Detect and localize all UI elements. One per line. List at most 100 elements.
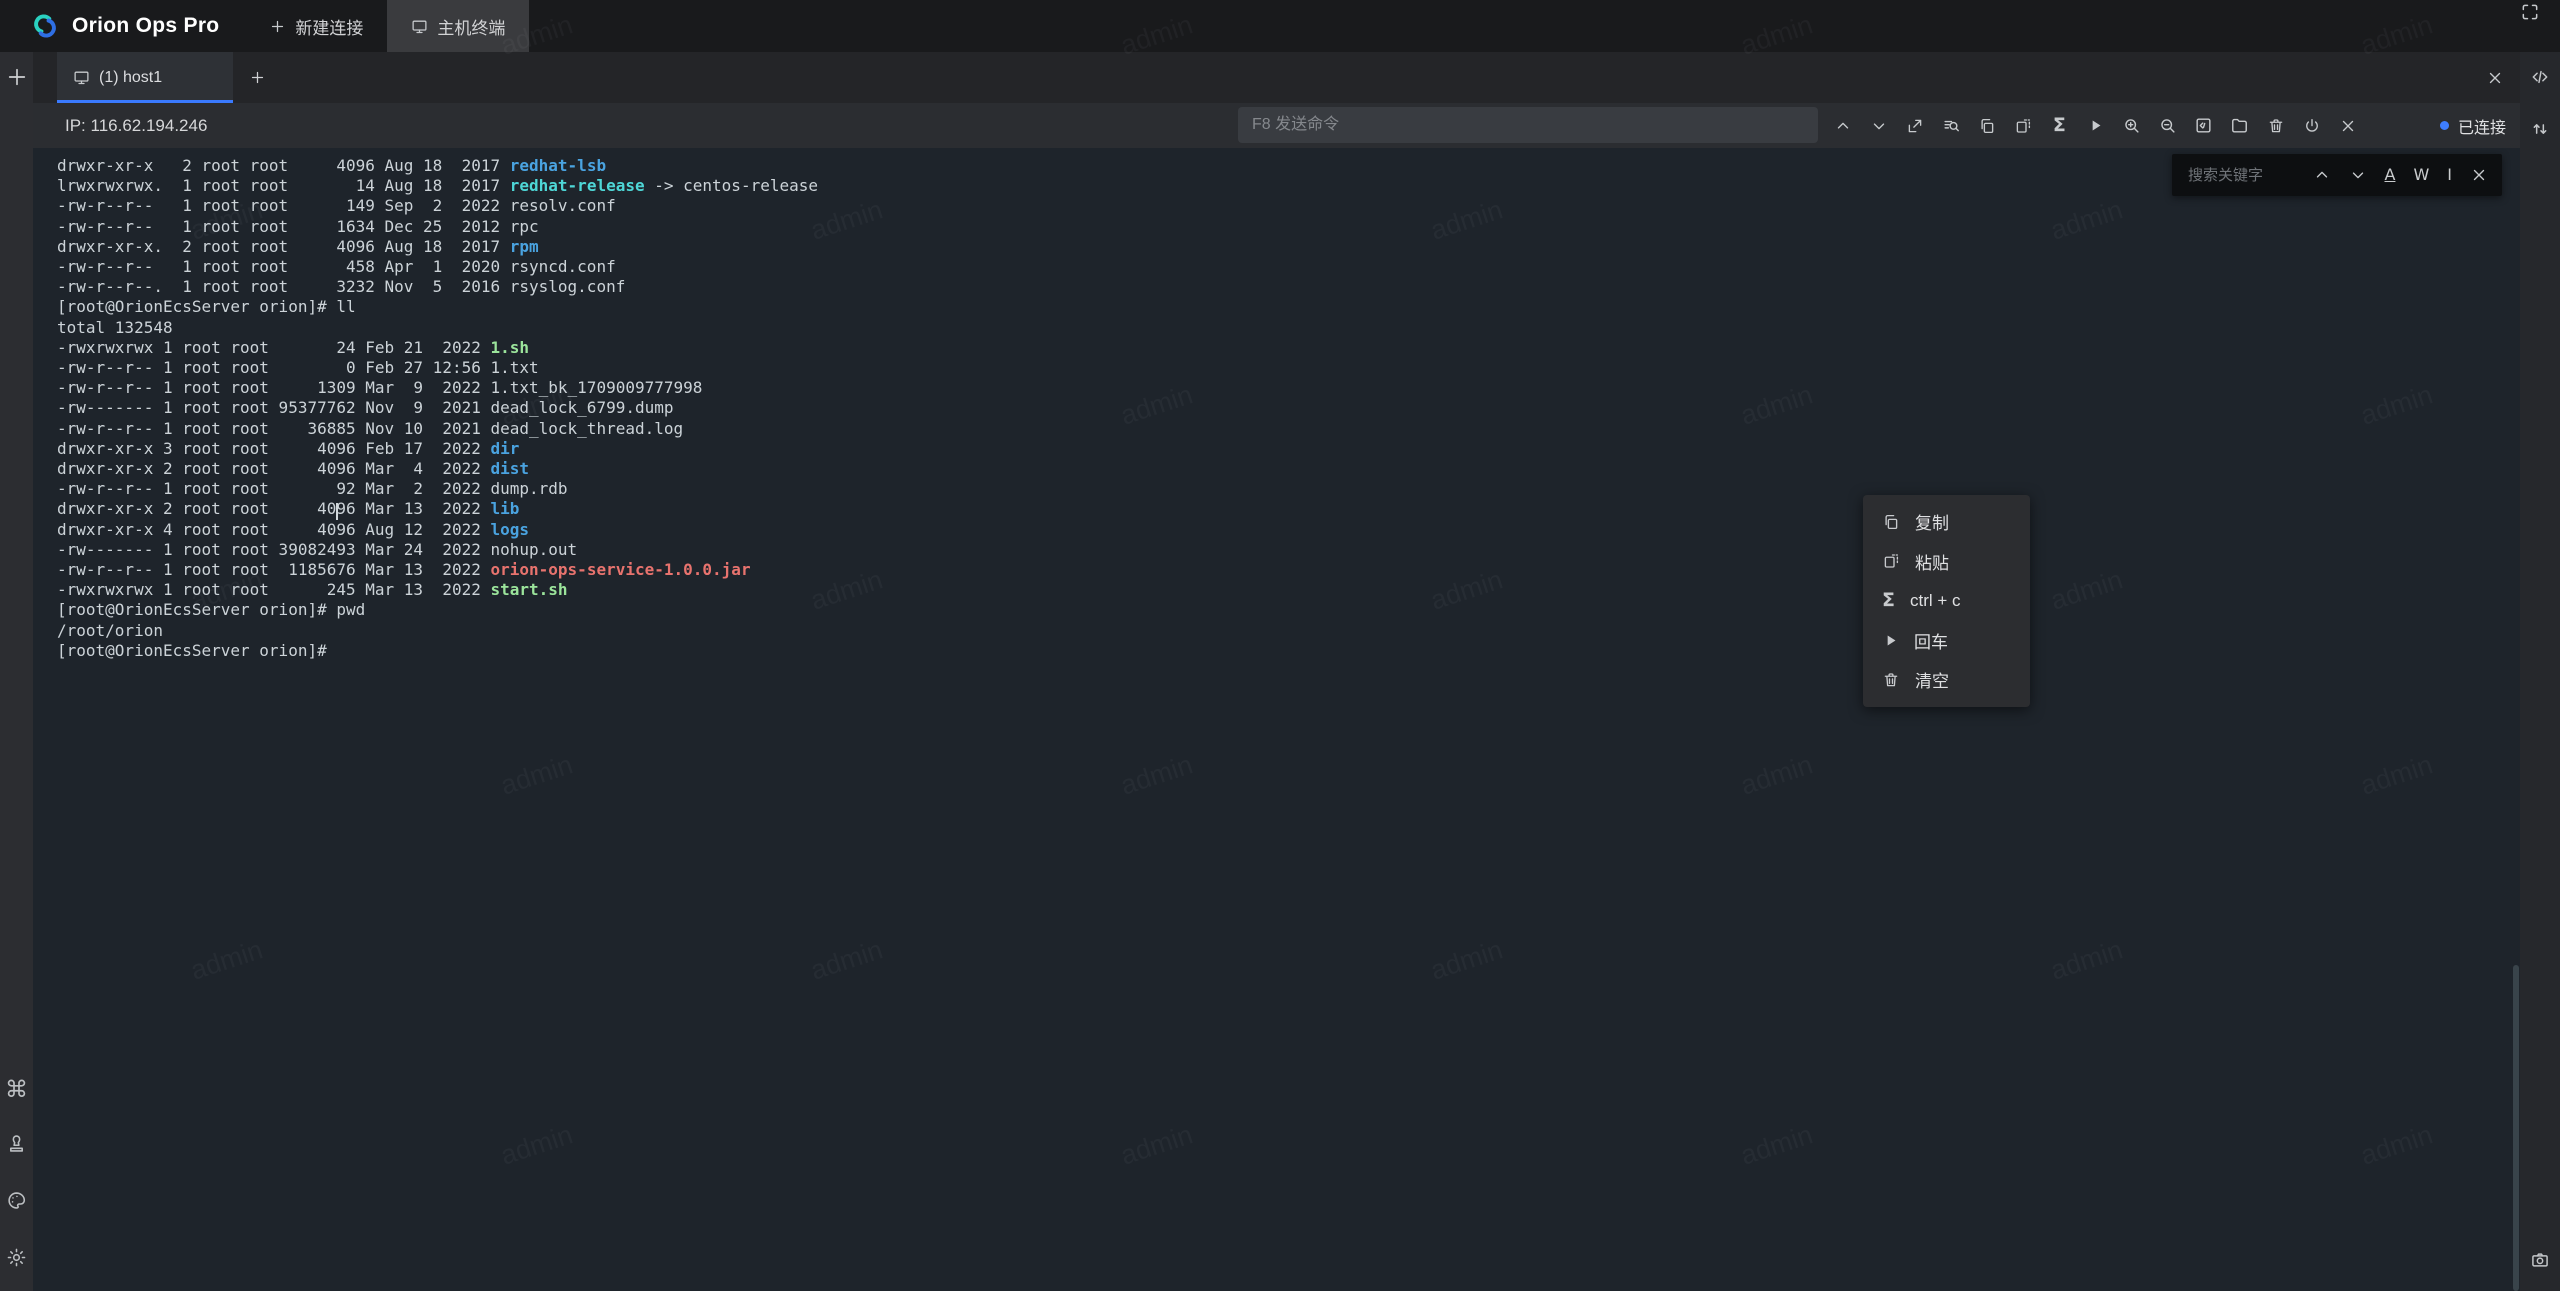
menu-item-label: 粘贴 [1915, 549, 1949, 574]
close-icon [2470, 166, 2488, 184]
match-case-icon: A [2385, 167, 2396, 183]
ctrl-c-menu-item[interactable]: Σctrl + c [1863, 581, 2030, 621]
copy-menu-item[interactable]: 复制 [1863, 502, 2030, 542]
tab-host1[interactable]: (1) host1 [57, 52, 233, 103]
zoom-out-icon [2158, 116, 2177, 135]
close-icon [2339, 117, 2357, 135]
play-icon [1882, 632, 1899, 649]
zoom-in-button[interactable] [2120, 114, 2144, 138]
close-tab-button[interactable] [2470, 52, 2520, 103]
add-tab-button[interactable] [233, 52, 282, 103]
nav-item-host-terminal[interactable]: 主机终端 [387, 0, 529, 52]
right-rail [2520, 52, 2560, 1291]
chevron-up-icon [2313, 166, 2331, 184]
disconnect-button[interactable] [2300, 114, 2324, 138]
nav-item-new-connection[interactable]: 新建连接 [245, 0, 387, 52]
code-panel-button[interactable] [2530, 67, 2550, 92]
command-input[interactable] [1238, 107, 1818, 143]
copy-icon [1978, 117, 1996, 135]
tab-label: (1) host1 [99, 69, 162, 87]
play-icon [2087, 117, 2104, 134]
camera-icon [2530, 1250, 2550, 1270]
chevron-down-icon [1870, 117, 1888, 135]
menu-item-label: 复制 [1915, 509, 1949, 534]
fullscreen-button[interactable] [2500, 0, 2560, 24]
terminal-screen[interactable]: drwxr-xr-x 2 root root 4096 Aug 18 2017 … [33, 148, 2520, 1291]
regex-button[interactable]: I [2447, 167, 2452, 183]
menu-item-label: 回车 [1914, 628, 1948, 653]
settings-button[interactable] [6, 1247, 27, 1273]
enter-menu-item[interactable]: 回车 [1863, 621, 2030, 661]
tab-bar: (1) host1 [33, 52, 2520, 103]
menu-item-label: ctrl + c [1910, 591, 1961, 611]
close-terminal-button[interactable] [2336, 114, 2360, 138]
search-output-button[interactable] [1939, 114, 1963, 138]
search-input[interactable] [2186, 166, 2295, 185]
plus-icon [269, 18, 286, 35]
fullscreen-icon [2520, 2, 2540, 22]
palette-icon [6, 1190, 27, 1211]
prev-command-button[interactable] [1831, 114, 1855, 138]
sftp-button[interactable] [2228, 114, 2252, 138]
clear-button[interactable] [2264, 114, 2288, 138]
zoom-in-icon [2122, 116, 2141, 135]
code-icon [2530, 67, 2550, 87]
ctrl-c-button[interactable]: Σ [2047, 114, 2071, 138]
zoom-out-button[interactable] [2156, 114, 2180, 138]
folder-icon [2230, 116, 2249, 135]
paste-icon [1882, 552, 1900, 570]
main-area: (1) host1 IP: 116.62.194.246 Σ 已连接 drwxr… [33, 52, 2520, 1291]
trash-icon [1882, 671, 1900, 689]
terminal-scrollbar[interactable] [2513, 965, 2519, 1291]
search-prev-button[interactable] [2313, 166, 2331, 184]
command-box-button[interactable] [2192, 114, 2216, 138]
terminal-toolbar: IP: 116.62.194.246 Σ 已连接 [33, 103, 2520, 148]
code-square-icon [2194, 116, 2213, 135]
gear-icon [6, 1247, 27, 1268]
screenshot-button[interactable] [2530, 1250, 2550, 1275]
app-logo [30, 11, 60, 41]
whole-word-icon: W [2413, 167, 2429, 183]
send-enter-button[interactable] [2083, 114, 2107, 138]
menu-item-label: 清空 [1915, 667, 1949, 692]
expand-icon [1906, 117, 1924, 135]
search-next-button[interactable] [2349, 166, 2367, 184]
terminal-output: drwxr-xr-x 2 root root 4096 Aug 18 2017 … [33, 148, 2520, 661]
text-cursor [336, 503, 338, 520]
paste-button[interactable] [2011, 114, 2035, 138]
power-icon [2303, 117, 2321, 135]
close-search-button[interactable] [2470, 166, 2488, 184]
whole-word-button[interactable]: W [2413, 167, 2429, 183]
nav-item-label: 新建连接 [295, 14, 363, 39]
trash-icon [2267, 117, 2285, 135]
command-icon: ⌘ [5, 1078, 28, 1101]
search-bar: AWI [2172, 154, 2502, 196]
sort-panel-button[interactable] [2530, 119, 2550, 144]
status-label: 已连接 [2458, 114, 2506, 138]
theme-button[interactable] [6, 1190, 27, 1216]
clear-menu-item[interactable]: 清空 [1863, 660, 2030, 700]
context-menu: 复制粘贴 Σctrl + c 回车清空 [1863, 495, 2030, 707]
sigma-icon: Σ [1882, 591, 1895, 610]
paste-icon [2014, 117, 2032, 135]
monitor-icon [411, 18, 428, 35]
app-title: Orion Ops Pro [72, 14, 219, 38]
copy-icon [1882, 513, 1900, 531]
expand-button[interactable] [1903, 114, 1927, 138]
top-navbar: Orion Ops Pro 新建连接 主机终端 [0, 0, 2560, 52]
copy-button[interactable] [1975, 114, 1999, 138]
new-tab-button[interactable] [6, 66, 28, 88]
shortcuts-button[interactable]: ⌘ [5, 1078, 28, 1102]
match-case-button[interactable]: A [2385, 167, 2396, 183]
connection-status: 已连接 [2440, 103, 2506, 148]
next-command-button[interactable] [1867, 114, 1891, 138]
brand: Orion Ops Pro [0, 0, 245, 52]
arrows-up-down-icon [2530, 119, 2550, 139]
search-lines-icon [1942, 116, 1961, 135]
stamp-icon [6, 1133, 27, 1154]
stamp-button[interactable] [6, 1133, 27, 1159]
regex-icon: I [2447, 167, 2452, 183]
chevron-down-icon [2349, 166, 2367, 184]
nav-item-label: 主机终端 [437, 14, 505, 39]
paste-menu-item[interactable]: 粘贴 [1863, 542, 2030, 582]
